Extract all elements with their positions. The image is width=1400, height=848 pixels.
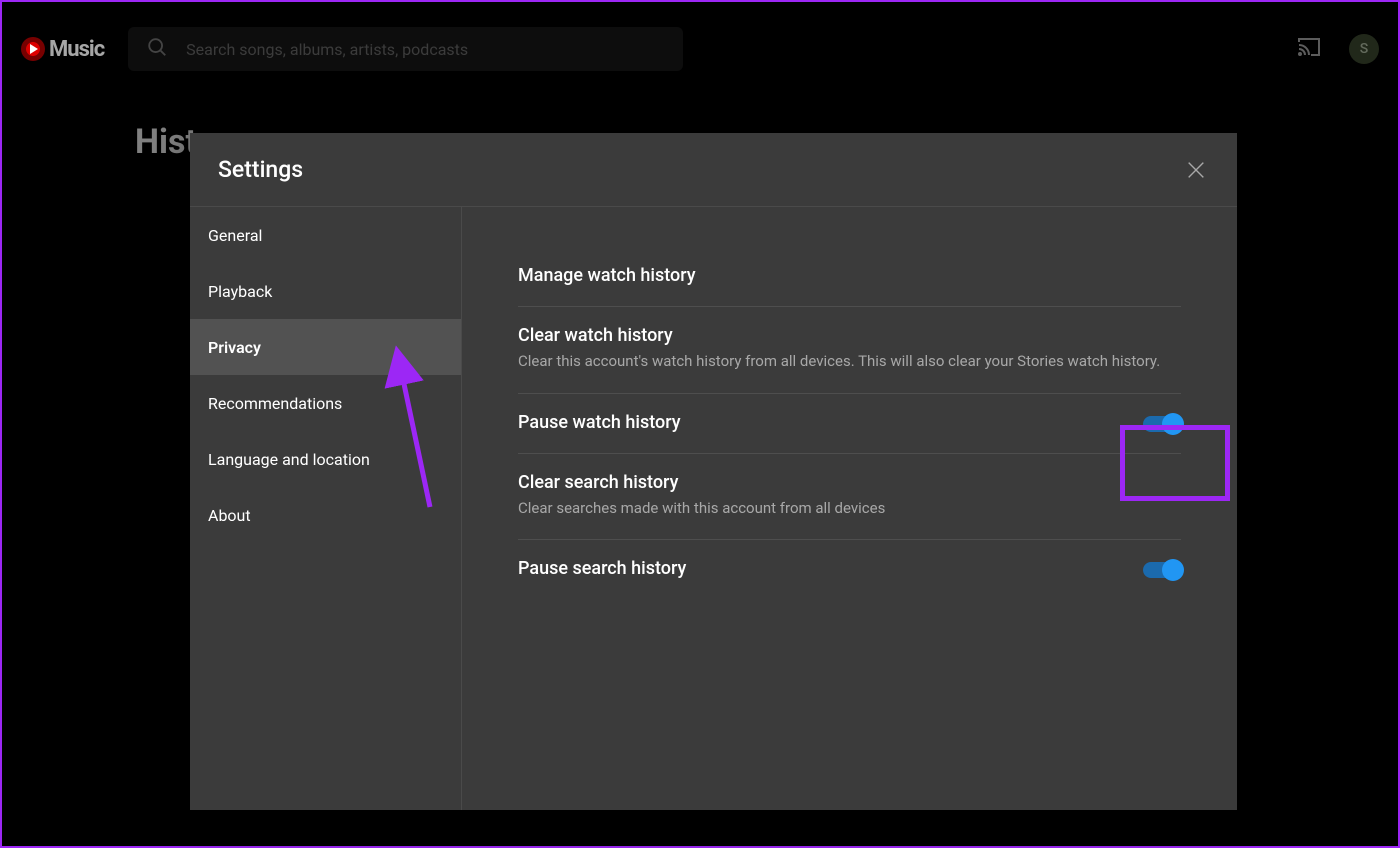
sidebar-item-playback[interactable]: Playback: [190, 263, 461, 319]
brand-name: Music: [49, 37, 104, 62]
page-title: Hist: [135, 122, 197, 162]
setting-pause-watch-history: Pause watch history: [518, 394, 1181, 454]
setting-manage-watch-history[interactable]: Manage watch history: [518, 247, 1181, 307]
setting-title: Pause watch history: [518, 412, 1103, 433]
settings-content: Manage watch history Clear watch history…: [462, 207, 1237, 810]
sidebar-item-general[interactable]: General: [190, 207, 461, 263]
search-icon: [146, 36, 168, 62]
setting-description: Clear searches made with this account fr…: [518, 497, 1181, 520]
setting-title: Manage watch history: [518, 265, 1181, 286]
dialog-header: Settings: [190, 133, 1237, 207]
cast-icon[interactable]: [1297, 35, 1321, 63]
sidebar-item-privacy[interactable]: Privacy: [190, 319, 461, 375]
sidebar-item-label: Playback: [208, 282, 272, 301]
settings-dialog: Settings General Playback Privacy Recomm…: [190, 133, 1237, 810]
sidebar-item-label: About: [208, 506, 251, 525]
sidebar-item-label: Privacy: [208, 338, 261, 357]
search-field[interactable]: [128, 27, 683, 71]
play-circle-icon: [21, 37, 45, 61]
avatar[interactable]: S: [1349, 34, 1379, 64]
setting-title: Clear watch history: [518, 325, 1181, 346]
sidebar-item-label: General: [208, 226, 262, 245]
pause-watch-history-toggle[interactable]: [1143, 416, 1181, 432]
setting-description: Clear this account's watch history from …: [518, 350, 1181, 373]
sidebar-item-about[interactable]: About: [190, 487, 461, 543]
setting-clear-watch-history[interactable]: Clear watch history Clear this account's…: [518, 307, 1181, 394]
settings-sidebar: General Playback Privacy Recommendations…: [190, 207, 462, 810]
sidebar-item-label: Recommendations: [208, 394, 342, 413]
sidebar-item-recommendations[interactable]: Recommendations: [190, 375, 461, 431]
setting-clear-search-history[interactable]: Clear search history Clear searches made…: [518, 454, 1181, 541]
setting-pause-search-history: Pause search history: [518, 540, 1181, 599]
search-input[interactable]: [186, 40, 665, 59]
pause-search-history-toggle[interactable]: [1143, 562, 1181, 578]
close-button[interactable]: [1181, 155, 1211, 185]
setting-title: Clear search history: [518, 472, 1181, 493]
top-bar: Music S: [5, 17, 1395, 81]
setting-title: Pause search history: [518, 558, 1103, 579]
sidebar-item-language-location[interactable]: Language and location: [190, 431, 461, 487]
app-logo[interactable]: Music: [21, 37, 104, 62]
close-icon: [1185, 159, 1207, 181]
sidebar-item-label: Language and location: [208, 450, 370, 469]
dialog-title: Settings: [218, 156, 303, 183]
